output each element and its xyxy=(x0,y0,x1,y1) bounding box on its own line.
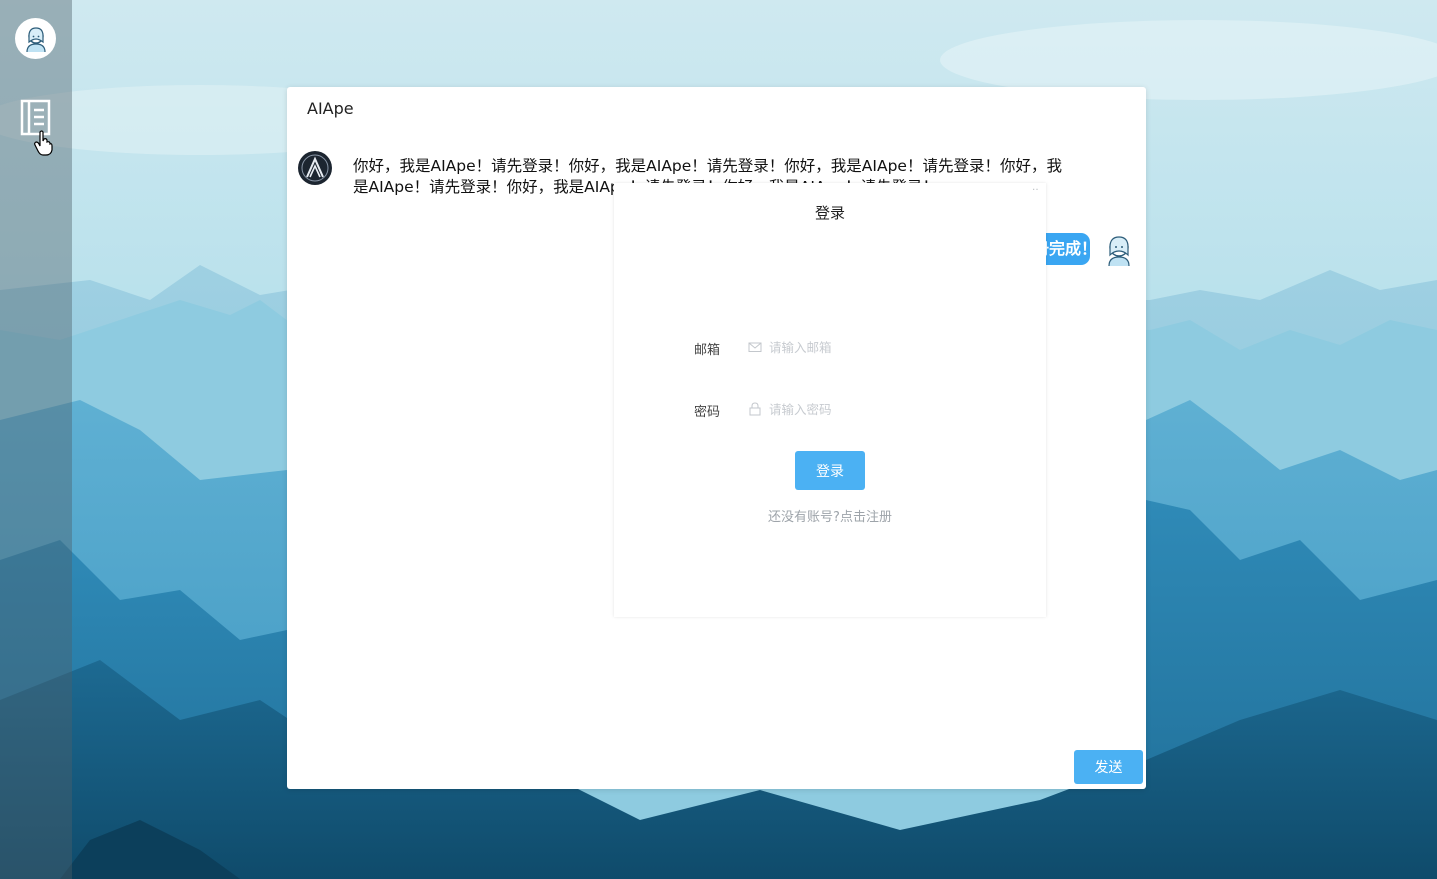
email-input[interactable] xyxy=(769,339,919,355)
email-label: 邮箱 xyxy=(694,343,721,358)
login-dialog: ‥ 登录 邮箱 密码 登录 还没有账号?点击注册 xyxy=(614,182,1046,617)
password-field[interactable] xyxy=(748,398,928,420)
lock-icon xyxy=(749,402,761,416)
desktop: AIApe 你好，我是AIApe！请先登录！你好，我是AIApe！请先登录！你好… xyxy=(0,0,1437,879)
user-avatar-icon xyxy=(25,26,46,52)
login-submit-button[interactable]: 登录 xyxy=(795,451,865,490)
password-label: 密码 xyxy=(694,405,721,420)
register-link[interactable]: 还没有账号?点击注册 xyxy=(614,506,1046,525)
corner-decoration: ‥ xyxy=(1032,182,1039,193)
email-field[interactable] xyxy=(748,336,928,358)
bot-avatar-icon xyxy=(298,151,332,185)
chat-title: AIApe xyxy=(307,99,354,118)
hand-cursor-icon xyxy=(34,130,53,156)
password-input[interactable] xyxy=(769,401,919,417)
sidebar xyxy=(0,0,72,879)
user-message-avatar-icon xyxy=(1108,236,1130,267)
send-button[interactable]: 发送 xyxy=(1074,750,1143,784)
user-avatar[interactable] xyxy=(15,18,56,59)
login-title: 登录 xyxy=(814,204,845,222)
envelope-icon xyxy=(748,342,762,352)
